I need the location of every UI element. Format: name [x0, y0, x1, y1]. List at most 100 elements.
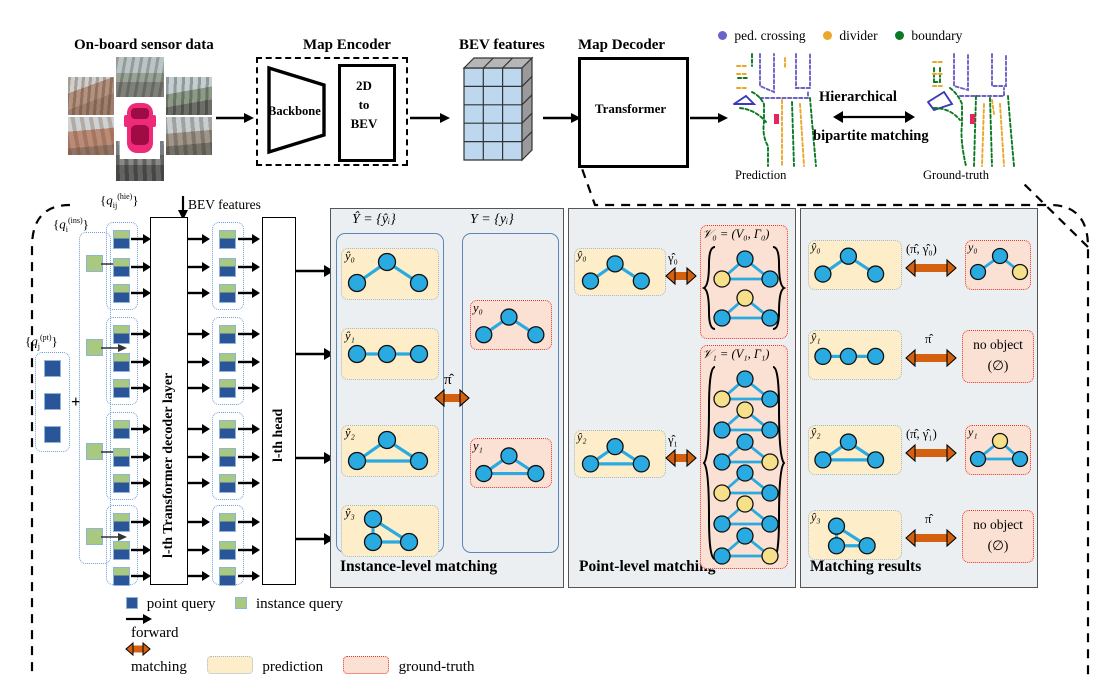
graph-node [377, 344, 397, 364]
hierarchical-query-swatch [113, 325, 130, 344]
graph-node [736, 527, 754, 545]
point-query-legend-swatch [126, 597, 138, 609]
forward-arrow-icon [188, 234, 210, 244]
graph-node [377, 430, 397, 450]
hierarchical-query-swatch [113, 258, 130, 277]
matching-arrow-icon[interactable] [434, 388, 470, 408]
decoder-output-query-swatch [219, 353, 236, 372]
graph-node [1011, 263, 1029, 281]
forward-arrow-icon [238, 571, 260, 581]
hierarchical-query-swatch [113, 541, 130, 560]
graph-node [713, 309, 731, 327]
no-object-symbol: (∅) [987, 358, 1009, 373]
forward-arrow-icon [188, 357, 210, 367]
instance-panel-title: Instance-level matching [340, 558, 498, 575]
camera-thumb [68, 77, 114, 115]
result-ground-truth-graph [969, 247, 1029, 281]
prediction-legend-swatch [206, 656, 253, 674]
no-object-label: no object [973, 337, 1023, 352]
decoder-output-query-swatch [219, 230, 236, 249]
graph-node [866, 347, 885, 366]
point-query-swatch [44, 393, 61, 410]
decoder-output-query-swatch [219, 474, 236, 493]
point-variant-graph [713, 289, 779, 327]
forward-arrow-icon [238, 452, 260, 462]
legend-boundary-label: boundary [911, 27, 963, 43]
forward-arrow-icon [131, 452, 151, 462]
point-panel-title: Point-level matching [579, 558, 716, 575]
graph-node [527, 326, 545, 344]
forward-arrow-icon [188, 288, 210, 298]
decoder-output-query-swatch [219, 284, 236, 303]
legend-forward-label: forward [131, 625, 179, 641]
point-query-swatch [44, 426, 61, 443]
forward-arrow-icon [296, 348, 334, 360]
map-decoder-title: Map Decoder [578, 37, 666, 53]
graph-node [736, 433, 754, 451]
forward-arrow-icon [238, 545, 260, 555]
result-prediction-graph [814, 347, 885, 366]
graph-node [814, 451, 832, 469]
boundary-color-dot-icon [895, 31, 904, 41]
forward-arrow-icon [238, 288, 260, 298]
forward-arrow-icon [131, 571, 151, 581]
result-prediction-graph [814, 433, 885, 469]
hierarchical-query-swatch [113, 420, 130, 439]
forward-arrow-icon [188, 424, 210, 434]
result-matching-arrow-icon[interactable] [905, 443, 957, 463]
forward-arrow-icon [188, 452, 210, 462]
forward-arrow-icon [410, 113, 450, 123]
results-panel-title: Matching results [810, 558, 922, 575]
hierarchical-query-swatch [113, 353, 130, 372]
graph-node [814, 265, 832, 283]
graph-node [399, 532, 419, 552]
prediction-graph [363, 509, 419, 552]
result-matching-arrow-icon[interactable] [905, 258, 957, 278]
forward-arrow-icon [131, 234, 151, 244]
ground-truth-legend-swatch [342, 656, 389, 674]
result-match-arrow-label: π̂ [925, 332, 932, 346]
point-variant-graph [713, 250, 779, 288]
graph-node [736, 464, 754, 482]
point-query-set-label: {qj(pt)} [25, 333, 58, 351]
to-bev-line-1: 2D [356, 78, 372, 93]
result-matching-arrow-icon[interactable] [905, 348, 957, 368]
point-matching-arrow-icon[interactable] [665, 448, 697, 468]
graph-node [969, 263, 987, 281]
legend-ped-crossing-label: ped. crossing [734, 27, 806, 43]
forward-arrow-icon [188, 383, 210, 393]
to-bev-line-3: BEV [350, 116, 378, 131]
forward-arrow-icon [296, 533, 334, 545]
graph-node [761, 270, 779, 288]
forward-arrow-icon [131, 383, 151, 393]
result-matching-arrow-icon[interactable] [905, 528, 957, 548]
graph-node [606, 438, 624, 456]
graph-node [991, 247, 1009, 265]
graph-node [527, 464, 545, 483]
legend-instance-query-label: instance query [256, 596, 344, 612]
prediction-set-label: Ŷ = {ŷᵢ} [352, 212, 396, 227]
graph-node [1011, 450, 1029, 468]
graph-node [347, 273, 367, 293]
decoder-output-query-swatch [219, 448, 236, 467]
hierarchical-query-swatch [113, 448, 130, 467]
point-gt-set-label: 𝒱₁ = (V₁, Γ₁) [702, 347, 770, 361]
result-prediction-graph [827, 517, 876, 555]
bev-features-title: BEV features [459, 37, 545, 53]
point-matching-arrow-icon[interactable] [665, 266, 697, 286]
gt-set-label: Y = {yᵢ} [470, 212, 514, 227]
hierarchical-query-swatch [113, 230, 130, 249]
forward-arrow-icon [296, 452, 334, 464]
legend-prediction-label: prediction [262, 659, 324, 675]
instance-query-legend-swatch [235, 597, 248, 609]
forward-arrow-icon [188, 517, 210, 527]
camera-thumb [116, 57, 164, 97]
graph-node [347, 451, 367, 471]
no-object-symbol: (∅) [987, 538, 1009, 553]
backbone-label: Backbone [268, 104, 321, 118]
result-no-object-item: no object (∅) [962, 510, 1034, 563]
point-prediction-graph [581, 255, 650, 290]
graph-node [363, 509, 383, 529]
graph-node [500, 447, 518, 465]
forward-arrow-icon [131, 329, 151, 339]
